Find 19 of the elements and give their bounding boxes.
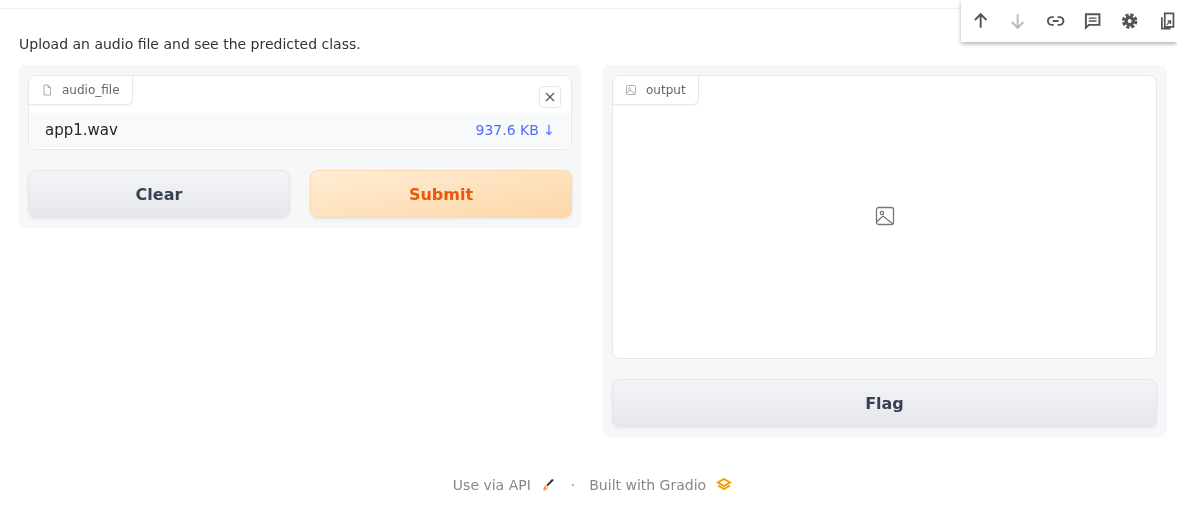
comment-icon[interactable]	[1083, 11, 1103, 31]
close-icon	[545, 92, 555, 102]
separator-text: ·	[570, 477, 576, 493]
image-icon	[874, 205, 895, 226]
file-icon	[41, 84, 53, 96]
block-label: audio_file	[29, 76, 133, 105]
logo-icon	[716, 477, 733, 493]
file-name: app1.wav	[45, 121, 118, 139]
download-link[interactable]: 937.6 KB ↓	[475, 122, 555, 138]
submit-button[interactable]: Submit	[310, 170, 572, 218]
close-button[interactable]	[539, 86, 561, 108]
settings-icon[interactable]	[1120, 11, 1140, 31]
gradio-link[interactable]: Built with Gradio	[589, 477, 707, 493]
image-icon	[625, 84, 637, 96]
block-label: output	[613, 76, 699, 105]
api-link[interactable]: Use via API	[452, 477, 531, 493]
flag-button[interactable]: Flag	[612, 379, 1157, 427]
clear-button[interactable]: Clear	[28, 170, 290, 218]
description-text: Upload an audio file and see the predicted class.	[19, 36, 362, 52]
